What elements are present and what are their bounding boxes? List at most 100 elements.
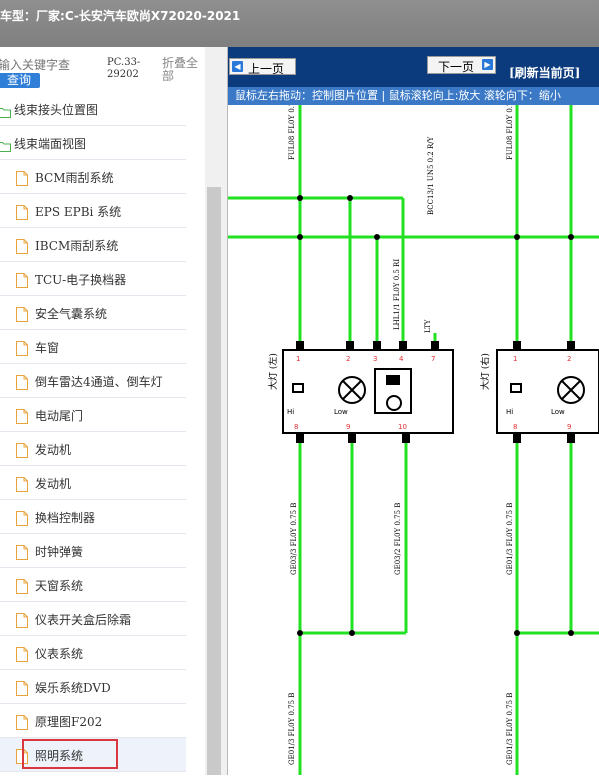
document-icon — [16, 715, 29, 730]
tree-item[interactable]: 娱乐系统DVD — [0, 670, 186, 704]
wire-label: GE01/3 FL0Y 0.75 B — [506, 693, 514, 765]
search-button[interactable]: 查询 — [0, 73, 40, 88]
tree-item[interactable]: 线束端面视图 — [0, 126, 186, 160]
document-code: PC.33- 29202 — [107, 57, 157, 81]
tree-item[interactable]: 换档控制器 — [0, 500, 186, 534]
pin-number: 8 — [294, 423, 298, 431]
tree-item-label: 原理图F202 — [35, 715, 103, 729]
tree-item[interactable]: EPS EPBi 系统 — [0, 194, 186, 228]
junction-dot — [568, 234, 574, 240]
tree-item[interactable]: TCU-电子换档器 — [0, 262, 186, 296]
tree-item[interactable]: 仪表系统 — [0, 636, 186, 670]
collapse-all-button[interactable]: 折叠全部 — [162, 57, 202, 83]
pin-number: 7 — [431, 355, 435, 363]
junction-dot — [514, 630, 520, 636]
junction-dot — [297, 195, 303, 201]
junction-dot — [514, 234, 520, 240]
vehicle-label: 车型： — [0, 9, 37, 23]
pin-number: 1 — [513, 355, 517, 363]
motor-symbol — [386, 395, 402, 411]
pin-number: 8 — [513, 423, 517, 431]
diode-symbol — [510, 383, 522, 393]
headlamp-left: 大灯 (左) Hi Low — [267, 349, 454, 434]
tree-item-label: 换档控制器 — [35, 511, 96, 525]
wire-label: LTY — [424, 319, 432, 333]
document-icon — [16, 545, 29, 560]
next-page-label: 下一页 — [438, 60, 475, 74]
tree-item[interactable]: 线束接头位置图 — [0, 92, 186, 126]
tree-item[interactable]: 仪表开关盒后除霜 — [0, 602, 186, 636]
document-icon — [16, 511, 29, 526]
connector-pin — [373, 341, 381, 351]
headlamp-left-label: 大灯 (左) — [267, 353, 279, 390]
search-input[interactable] — [0, 56, 102, 74]
document-icon — [16, 681, 29, 696]
junction-dot — [347, 195, 353, 201]
folder-icon — [0, 103, 11, 118]
connector-pin — [348, 433, 356, 443]
tree-item[interactable]: IBCM雨刮系统 — [0, 228, 186, 262]
pin-hi-label: Hi — [287, 408, 294, 416]
tree-item-label: 时钟弹簧 — [35, 545, 84, 559]
tree-item[interactable]: 时钟弹簧 — [0, 534, 186, 568]
pin-number: 9 — [567, 423, 571, 431]
document-icon — [16, 375, 29, 390]
pin-number: 3 — [373, 355, 377, 363]
tree-item-label: BCM雨刮系统 — [35, 171, 114, 185]
junction-dot — [568, 630, 574, 636]
right-arrow-icon: ▶ — [482, 59, 493, 70]
next-page-button[interactable]: 下一页 ▶ — [427, 56, 496, 74]
document-icon — [16, 613, 29, 628]
pin-number: 9 — [346, 423, 350, 431]
wire-label: FUL08 FL0Y 0.7 — [506, 105, 514, 160]
refresh-page-link[interactable]: [刷新当前页] — [509, 64, 580, 81]
document-icon — [16, 647, 29, 662]
wire-label: GE01/3 FL0Y 0.75 B — [506, 503, 514, 575]
tree-item-label: 车窗 — [35, 341, 60, 355]
tree-item[interactable]: 安全气囊系统 — [0, 296, 186, 330]
connector-pin — [567, 341, 575, 351]
tree-item[interactable]: 发动机 — [0, 466, 186, 500]
tree-item-label: 倒车雷达4通道、倒车灯 — [35, 375, 163, 389]
headlamp-right-label: 大灯 (右) — [479, 353, 491, 390]
diagram-viewer: ◀ 上一页 下一页 ▶ [刷新当前页] 鼠标左右拖动：控制图片位置 | 鼠标滚轮向上… — [228, 47, 599, 775]
document-icon — [16, 171, 29, 186]
pin-number: 2 — [567, 355, 571, 363]
connector-pin — [513, 433, 521, 443]
tree-item-label: 线束接头位置图 — [14, 103, 99, 117]
tree-item[interactable]: 倒车雷达4通道、倒车灯 — [0, 364, 186, 398]
tree-item[interactable]: 电动尾门 — [0, 398, 186, 432]
tree-item[interactable]: BCM雨刮系统 — [0, 160, 186, 194]
wire-label: FUL08 FL0Y 0.7 — [288, 105, 296, 160]
tree-item-label: IBCM雨刮系统 — [35, 239, 119, 253]
wiring-diagram[interactable]: 大灯 (左) Hi Low 大灯 (右) Hi Low 1 2 3 4 7 8 … — [228, 102, 599, 775]
pin-number: 4 — [399, 355, 404, 363]
tree-item[interactable]: 天窗系统 — [0, 568, 186, 602]
vehicle-value: 厂家:C-长安汽车欧尚X72020-2021 — [36, 9, 241, 23]
pin-number: 2 — [346, 355, 350, 363]
connector-pin — [402, 433, 410, 443]
motor-coil — [386, 375, 400, 385]
document-icon — [16, 239, 29, 254]
headlamp-left-box — [282, 349, 454, 434]
document-icon — [16, 307, 29, 322]
navigation-pane: 查询 PC.33-29202 折叠全部 线束接头位置图线束端面视图 BCM雨刮系统… — [0, 47, 228, 775]
pin-numbers: 1 2 3 4 7 8 9 10 1 2 8 9 — [294, 355, 571, 431]
connector-pin — [431, 341, 439, 351]
tree-item[interactable]: 原理图F202 — [0, 704, 186, 738]
tree-item[interactable]: 车窗 — [0, 330, 186, 364]
connector-pin — [399, 341, 407, 351]
prev-page-button[interactable]: ◀ 上一页 — [229, 58, 296, 76]
tree-item-label: 电动尾门 — [35, 409, 84, 423]
connector-pin — [346, 341, 354, 351]
document-icon — [16, 443, 29, 458]
connector-pin — [513, 341, 521, 351]
wire-label: GE01/3 FL0Y 0.75 B — [288, 693, 296, 765]
connector-pins — [296, 341, 575, 443]
scrollbar-thumb[interactable] — [207, 187, 221, 775]
wiring-diagram-svg[interactable]: 大灯 (左) Hi Low 大灯 (右) Hi Low 1 2 3 4 7 8 … — [228, 102, 599, 775]
tree-item[interactable]: 发动机 — [0, 432, 186, 466]
tree-item-label: TCU-电子换档器 — [35, 273, 127, 287]
wire-label: LHL1/1 FL0Y 0.5 RI — [393, 259, 401, 330]
junction-dot — [374, 234, 380, 240]
